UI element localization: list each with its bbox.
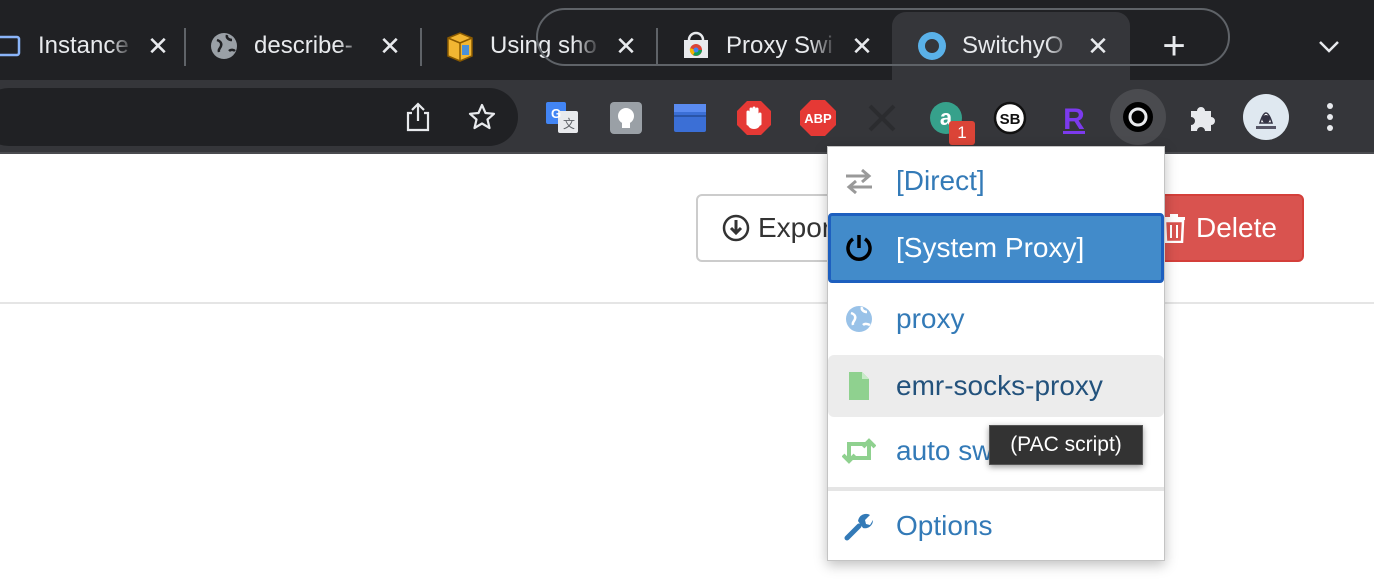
menu-item-proxy[interactable]: proxy — [828, 287, 1164, 351]
arrows-exchange-icon — [842, 164, 876, 198]
sb-label: SB — [1000, 111, 1021, 128]
tab-close-button[interactable]: ✕ — [144, 31, 172, 61]
r-extension-icon[interactable]: R — [1054, 98, 1094, 138]
export-label: Expor — [758, 212, 832, 243]
globe-icon — [208, 30, 240, 62]
avatar[interactable] — [1243, 94, 1289, 140]
download-circle-icon — [722, 214, 750, 242]
menu-item-options[interactable]: Options — [828, 493, 1164, 559]
adblock-plus-icon[interactable]: ABP — [798, 98, 838, 138]
tab-title: Instance t — [38, 32, 134, 59]
kebab-dot — [1327, 103, 1333, 109]
adblock-hand-icon[interactable] — [734, 98, 774, 138]
extension-badge-count: 1 — [949, 121, 975, 145]
blue-window-extension-icon[interactable] — [670, 98, 710, 138]
menu-item-label: emr-socks-proxy — [896, 370, 1103, 401]
switchyomega-popup-menu: [Direct] [System Proxy] proxy emr-socks-… — [827, 146, 1165, 561]
retweet-icon — [842, 434, 876, 468]
power-icon — [842, 231, 876, 265]
menu-item-label: auto sw — [896, 435, 993, 466]
box-icon — [444, 30, 476, 62]
menu-item-emr-socks-proxy[interactable]: emr-socks-proxy — [828, 355, 1164, 417]
wrench-icon — [842, 509, 876, 543]
address-bar[interactable] — [0, 88, 518, 146]
abp-label: ABP — [804, 111, 832, 126]
tab-search-button[interactable] — [1312, 30, 1346, 64]
globe-icon — [842, 302, 876, 336]
share-icon[interactable] — [401, 100, 435, 134]
tab-instance[interactable]: Instance t ✕ — [0, 12, 172, 80]
menu-item-label: [Direct] — [896, 165, 985, 196]
tab-separator — [184, 28, 186, 66]
r-label: R — [1063, 103, 1085, 135]
kebab-dot — [1327, 125, 1333, 131]
tab-describe[interactable]: describe- ✕ — [208, 12, 404, 80]
svg-text:文: 文 — [563, 116, 575, 131]
pac-script-tooltip: (PAC script) — [989, 425, 1143, 465]
extensions-bar — [536, 8, 1230, 66]
page-divider — [0, 302, 1374, 304]
menu-item-direct[interactable]: [Direct] — [828, 149, 1164, 213]
bookmark-star-icon[interactable] — [465, 100, 499, 134]
menu-item-label: [System Proxy] — [896, 232, 1085, 263]
menu-item-label: proxy — [896, 303, 965, 334]
chevron-down-icon — [1319, 41, 1339, 53]
tab-title: describe- — [254, 32, 353, 59]
window-icon — [0, 30, 24, 62]
google-translate-icon[interactable]: G文 — [542, 98, 582, 138]
menu-divider — [828, 487, 1164, 491]
chrome-menu-button[interactable] — [1316, 98, 1344, 136]
kebab-dot — [1327, 114, 1333, 120]
trash-icon — [1162, 213, 1186, 243]
lightbulb-extension-icon[interactable] — [606, 98, 646, 138]
tab-close-button[interactable]: ✕ — [376, 31, 404, 61]
menu-item-label: Options — [896, 510, 993, 541]
sb-extension-icon[interactable]: SB — [990, 98, 1030, 138]
switchyomega-extension-icon[interactable] — [1110, 89, 1166, 145]
svg-text:G: G — [551, 106, 561, 121]
disabled-x-extension-icon[interactable] — [862, 98, 902, 138]
file-icon — [842, 369, 876, 403]
tab-separator — [420, 28, 422, 66]
menu-item-system-proxy[interactable]: [System Proxy] — [828, 213, 1164, 283]
puzzle-extensions-icon[interactable] — [1182, 98, 1222, 138]
delete-label: Delete — [1196, 212, 1277, 243]
